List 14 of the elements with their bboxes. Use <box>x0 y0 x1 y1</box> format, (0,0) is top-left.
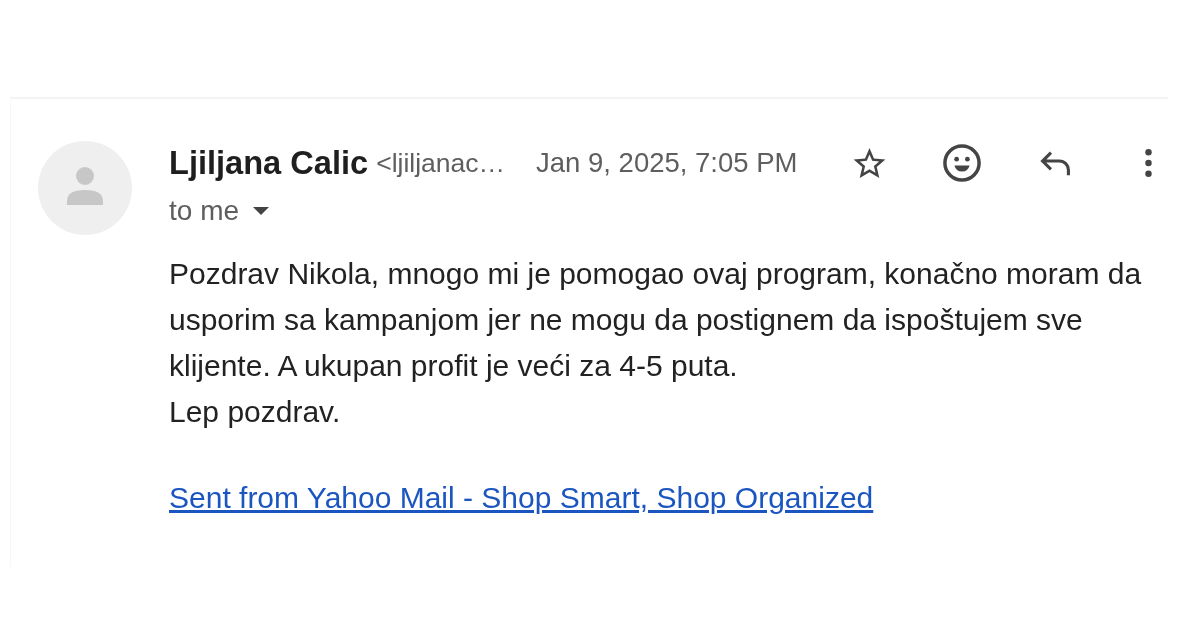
avatar-icon <box>38 141 132 235</box>
message-date: Jan 9, 2025, 7:05 PM <box>536 147 798 179</box>
message-paragraph: Pozdrav Nikola, mnogo mi je pomogao ovaj program, konačno moram da usporim sa kampanjom jer ne mogu da postignem da ispoštujem sve klijente. A ukupan profit je veći za 4-5 puta. <box>169 256 1143 384</box>
sender-email: <ljiljanac… <box>376 147 506 179</box>
recipient-details-button[interactable] <box>253 207 270 215</box>
message-paragraph: Lep pozdrav. <box>169 394 342 430</box>
reply-icon <box>1039 150 1071 176</box>
signature-link[interactable]: Sent from Yahoo Mail - Shop Smart, Shop Organized <box>169 481 874 515</box>
recipient-label: to me <box>169 195 240 227</box>
more-vertical-icon <box>1144 149 1152 177</box>
smiley-icon <box>943 144 981 182</box>
caret-icon <box>253 207 270 215</box>
emoji-reaction-button[interactable] <box>942 143 982 183</box>
sender-name: Ljiljana Calic <box>169 144 369 182</box>
